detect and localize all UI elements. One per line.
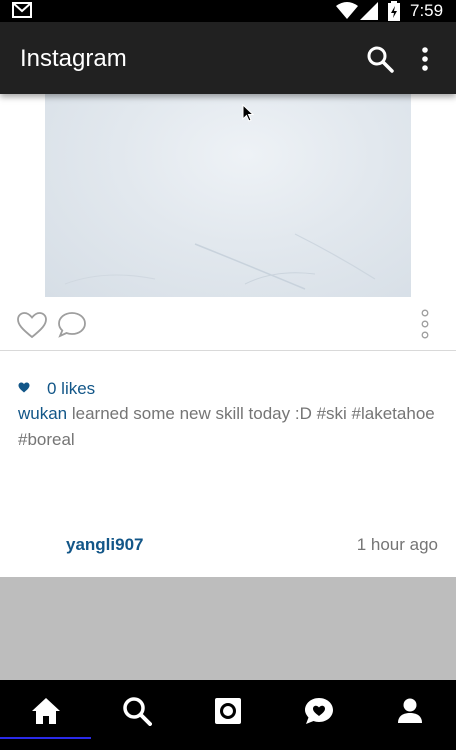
post-more-icon[interactable] [418,309,432,339]
nav-search[interactable] [91,680,182,750]
post-caption: wukan learned some new skill today :D #s… [18,401,438,453]
app-title: Instagram [20,45,127,72]
comment-row: yangli907 1 hour ago [0,532,456,558]
snow-texture [64,233,376,290]
bottom-nav [0,680,456,750]
camera-icon [215,698,241,724]
caption-text: learned some new skill today :D #ski #la… [18,404,435,449]
heart-outline-icon[interactable] [16,311,48,339]
nav-camera[interactable] [182,680,273,750]
battery-icon [388,1,400,21]
nav-profile[interactable] [364,680,455,750]
heart-filled-icon [18,382,30,393]
wifi-icon [336,2,358,19]
status-bar: 7:59 [0,0,456,22]
search-icon[interactable] [366,45,394,73]
nav-home[interactable] [0,680,91,750]
comment-icon[interactable] [57,311,89,339]
nav-active-indicator [0,737,91,739]
caption-username[interactable]: wukan [18,404,67,423]
profile-icon [398,698,422,723]
search-icon [123,697,152,726]
divider [0,350,456,351]
post-image[interactable] [45,94,411,297]
comment-username[interactable]: yangli907 [66,532,144,558]
home-icon [32,698,60,724]
app-bar: Instagram [0,22,456,94]
more-vert-icon[interactable] [418,45,432,73]
activity-icon [305,698,333,724]
signal-icon [360,2,378,20]
nav-activity[interactable] [273,680,364,750]
comment-timestamp: 1 hour ago [356,535,438,554]
status-time: 7:59 [410,1,444,20]
mouse-cursor-icon [242,104,254,122]
next-post-image[interactable] [0,577,456,680]
screen: 7:59 Instagram 0 likes wukan learned som… [0,0,456,750]
gmail-icon [12,2,32,18]
likes-count[interactable]: 0 likes [47,378,95,400]
